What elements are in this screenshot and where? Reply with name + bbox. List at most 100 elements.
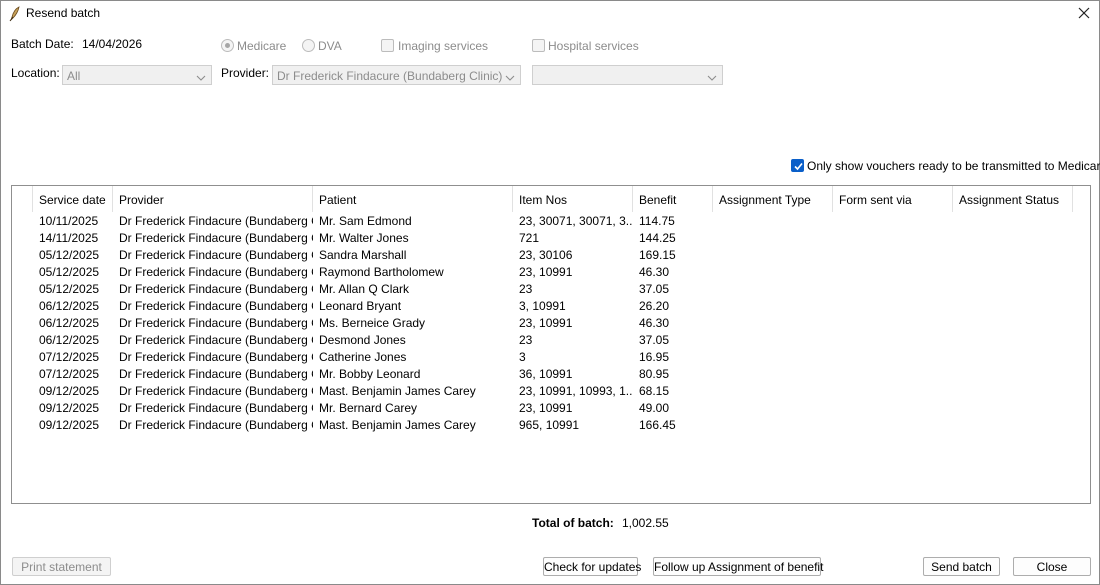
table-row[interactable]: 07/12/2025 Dr Frederick Findacure (Bundab…	[12, 365, 1090, 382]
title-bar: Resend batch	[1, 1, 1099, 27]
cell-service-date: 07/12/2025	[39, 350, 100, 364]
cell-patient: Leonard Bryant	[319, 299, 402, 313]
cell-benefit: 114.75	[639, 214, 675, 228]
cell-item-nos: 3, 10991	[519, 299, 566, 313]
cell-service-date: 09/12/2025	[39, 384, 100, 398]
provider-select[interactable]: Dr Frederick Findacure (Bundaberg Clinic…	[272, 65, 521, 85]
cell-benefit: 80.95	[639, 367, 670, 381]
cell-provider: Dr Frederick Findacure (Bundaberg Cl...	[119, 350, 313, 364]
cell-patient: Raymond Bartholomew	[319, 265, 444, 279]
cell-item-nos: 23, 10991	[519, 316, 573, 330]
provider-label: Provider:	[221, 66, 270, 80]
batch-date-value: 14/04/2026	[82, 37, 143, 51]
cell-benefit: 37.05	[639, 282, 670, 296]
cell-item-nos: 23, 10991, 10993, 1...	[519, 384, 633, 398]
table-row[interactable]: 05/12/2025 Dr Frederick Findacure (Bundab…	[12, 263, 1090, 280]
dva-radio[interactable]	[302, 39, 315, 52]
cell-benefit: 46.30	[639, 265, 670, 279]
column-header-assignment-status[interactable]: Assignment Status	[953, 186, 1073, 212]
close-icon[interactable]	[1076, 5, 1092, 21]
window-title: Resend batch	[26, 6, 101, 20]
header-spacer	[12, 186, 33, 212]
column-header-provider[interactable]: Provider	[113, 186, 313, 212]
table-row[interactable]: 07/12/2025 Dr Frederick Findacure (Bundab…	[12, 348, 1090, 365]
medicare-radio[interactable]	[221, 39, 234, 52]
cell-item-nos: 23, 10991	[519, 265, 573, 279]
table-header: Service date Provider Patient Item Nos B…	[12, 186, 1090, 213]
cell-patient: Mr. Bobby Leonard	[319, 367, 421, 381]
dva-label: DVA	[318, 39, 342, 53]
cell-patient: Mr. Bernard Carey	[319, 401, 418, 415]
column-header-service-date[interactable]: Service date	[33, 186, 113, 212]
location-select[interactable]: All	[62, 65, 212, 85]
cell-benefit: 144.25	[639, 231, 676, 245]
imaging-services-checkbox[interactable]	[381, 39, 394, 52]
location-label: Location:	[11, 66, 60, 80]
column-header-assignment-type[interactable]: Assignment Type	[713, 186, 833, 212]
cell-provider: Dr Frederick Findacure (Bundaberg Cl...	[119, 401, 313, 415]
cell-item-nos: 721	[519, 231, 540, 245]
cell-patient: Ms. Berneice Grady	[319, 316, 426, 330]
hospital-services-label: Hospital services	[548, 39, 639, 53]
cell-provider: Dr Frederick Findacure (Bundaberg Cl...	[119, 248, 313, 262]
column-header-item-nos[interactable]: Item Nos	[513, 186, 633, 212]
resend-batch-window: Resend batch Batch Date: 14/04/2026 Medi…	[0, 0, 1100, 585]
table-row[interactable]: 10/11/2025 Dr Frederick Findacure (Bundab…	[12, 212, 1090, 229]
cell-service-date: 14/11/2025	[39, 231, 99, 245]
cell-item-nos: 23, 10991	[519, 401, 573, 415]
cell-service-date: 10/11/2025	[39, 214, 99, 228]
check-for-updates-button[interactable]: Check for updates	[543, 557, 641, 576]
cell-provider: Dr Frederick Findacure (Bundaberg Cl...	[119, 316, 313, 330]
total-value: 1,002.55	[622, 516, 669, 530]
cell-benefit: 166.45	[639, 418, 676, 432]
location-select-value: All	[67, 69, 81, 83]
follow-up-assignment-button[interactable]: Follow up Assignment of benefit	[653, 557, 823, 576]
extra-select[interactable]	[532, 65, 723, 85]
table-row[interactable]: 05/12/2025 Dr Frederick Findacure (Bundab…	[12, 280, 1090, 297]
cell-provider: Dr Frederick Findacure (Bundaberg Cl...	[119, 214, 313, 228]
cell-patient: Catherine Jones	[319, 350, 407, 364]
cell-item-nos: 23, 30106	[519, 248, 573, 262]
only-ready-checkbox[interactable]	[791, 159, 804, 172]
table-row[interactable]: 09/12/2025 Dr Frederick Findacure (Bundab…	[12, 416, 1090, 433]
table-row[interactable]: 14/11/2025 Dr Frederick Findacure (Bundab…	[12, 229, 1090, 246]
cell-benefit: 49.00	[639, 401, 670, 415]
cell-service-date: 07/12/2025	[39, 367, 100, 381]
table-row[interactable]: 05/12/2025 Dr Frederick Findacure (Bundab…	[12, 246, 1090, 263]
cell-service-date: 06/12/2025	[39, 316, 100, 330]
total-label: Total of batch:	[532, 516, 614, 530]
cell-benefit: 68.15	[639, 384, 670, 398]
cell-item-nos: 36, 10991	[519, 367, 573, 381]
cell-patient: Mr. Sam Edmond	[319, 214, 412, 228]
vouchers-table[interactable]: Service date Provider Patient Item Nos B…	[11, 185, 1091, 504]
table-row[interactable]: 06/12/2025 Dr Frederick Findacure (Bundab…	[12, 314, 1090, 331]
cell-item-nos: 3	[519, 350, 526, 364]
cell-provider: Dr Frederick Findacure (Bundaberg Cl...	[119, 265, 313, 279]
feather-pen-icon	[9, 6, 21, 22]
hospital-services-checkbox[interactable]	[532, 39, 545, 52]
column-header-form-sent-via[interactable]: Form sent via	[833, 186, 953, 212]
cell-service-date: 05/12/2025	[39, 282, 100, 296]
send-batch-button[interactable]: Send batch	[923, 557, 1000, 576]
cell-provider: Dr Frederick Findacure (Bundaberg Cl...	[119, 231, 313, 245]
cell-benefit: 169.15	[639, 248, 676, 262]
table-row[interactable]: 09/12/2025 Dr Frederick Findacure (Bundab…	[12, 382, 1090, 399]
cell-service-date: 09/12/2025	[39, 401, 100, 415]
column-header-patient[interactable]: Patient	[313, 186, 513, 212]
table-row[interactable]: 06/12/2025 Dr Frederick Findacure (Bundab…	[12, 331, 1090, 348]
cell-provider: Dr Frederick Findacure (Bundaberg Cl...	[119, 299, 313, 313]
cell-patient: Mr. Allan Q Clark	[319, 282, 410, 296]
cell-item-nos: 23	[519, 333, 533, 347]
cell-provider: Dr Frederick Findacure (Bundaberg Cl...	[119, 384, 313, 398]
imaging-services-label: Imaging services	[398, 39, 489, 53]
chevron-down-icon	[707, 71, 717, 81]
cell-provider: Dr Frederick Findacure (Bundaberg Cl...	[119, 418, 313, 432]
cell-patient: Desmond Jones	[319, 333, 406, 347]
table-row[interactable]: 09/12/2025 Dr Frederick Findacure (Bundab…	[12, 399, 1090, 416]
table-row[interactable]: 06/12/2025 Dr Frederick Findacure (Bundab…	[12, 297, 1090, 314]
column-header-benefit[interactable]: Benefit	[633, 186, 713, 212]
close-button[interactable]: Close	[1013, 557, 1091, 576]
print-statement-button[interactable]: Print statement	[12, 557, 111, 576]
chevron-down-icon	[505, 71, 515, 81]
cell-patient: Mast. Benjamin James Carey	[319, 418, 476, 432]
